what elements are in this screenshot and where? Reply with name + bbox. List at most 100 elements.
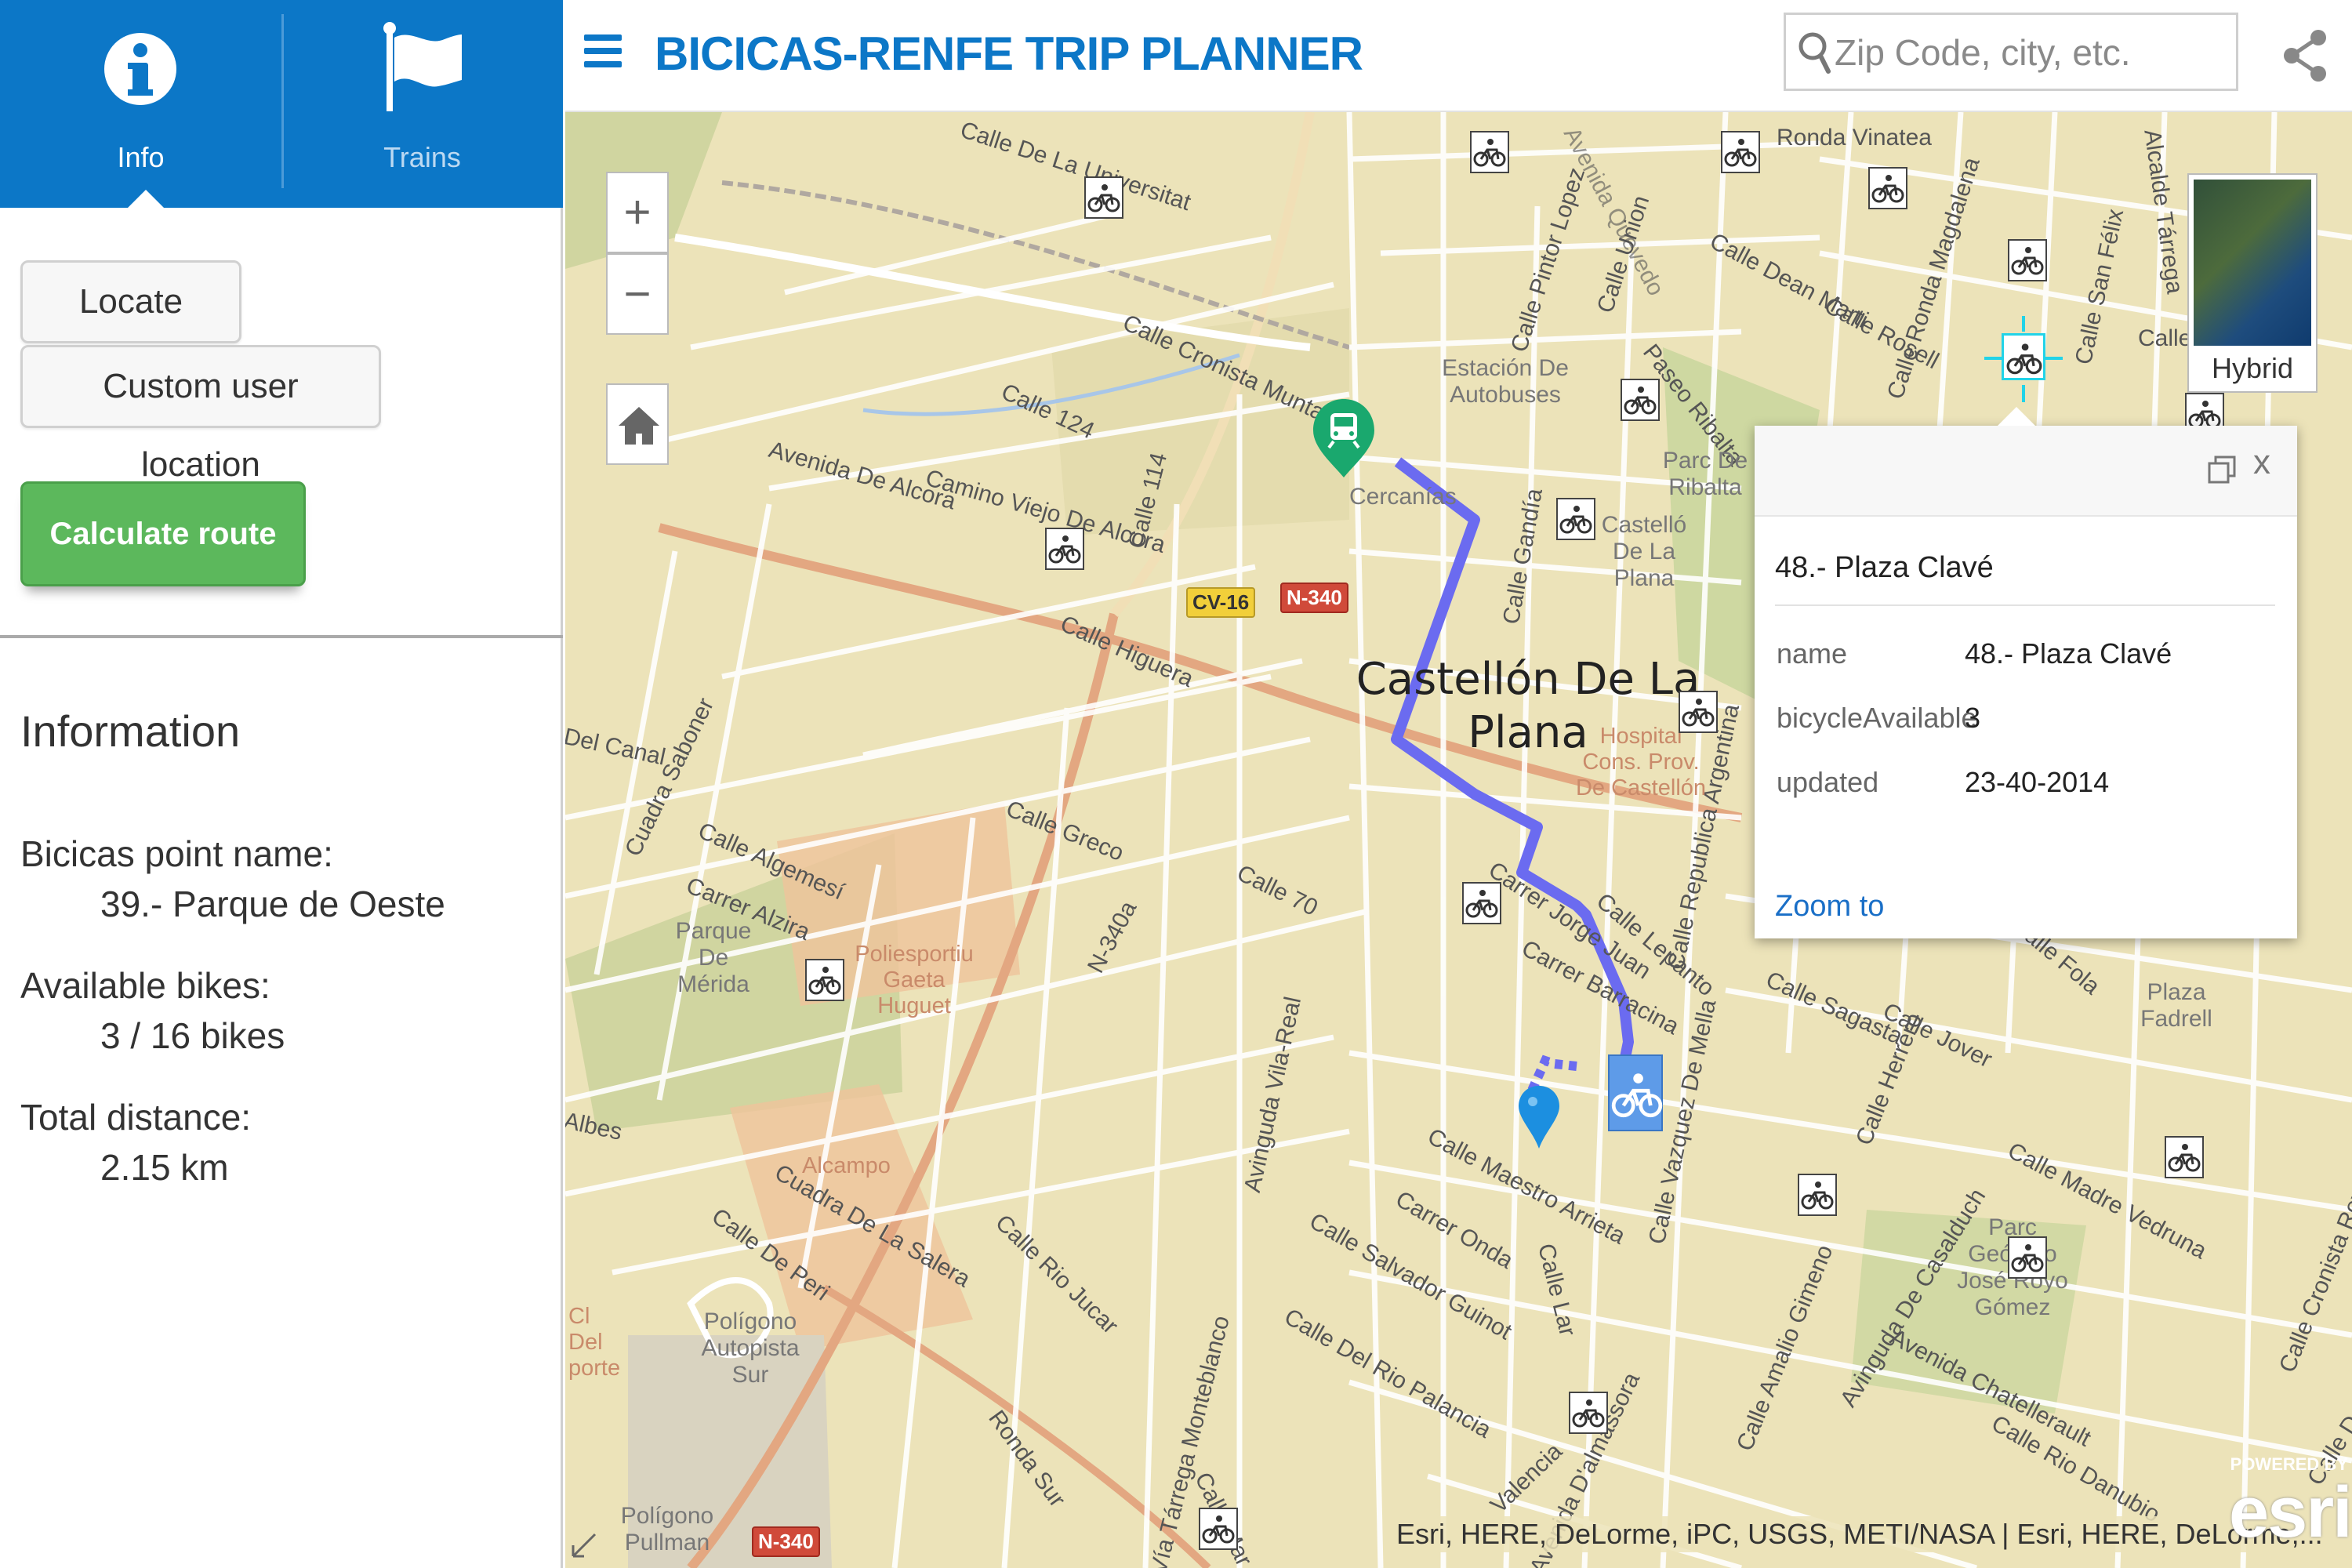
share-icon[interactable] bbox=[2282, 28, 2329, 83]
poi-label: Plaza Fadrell bbox=[2140, 979, 2212, 1032]
total-distance-label: Total distance: bbox=[20, 1097, 252, 1138]
bike-station-marker[interactable] bbox=[1084, 176, 1123, 219]
train-station-marker-icon[interactable] bbox=[1308, 396, 1379, 482]
available-bikes-value: 3 / 16 bikes bbox=[100, 1015, 285, 1056]
bike-station-marker[interactable] bbox=[1470, 131, 1509, 173]
bicycle-icon bbox=[1682, 699, 1715, 727]
bike-station-marker[interactable] bbox=[2165, 1136, 2204, 1178]
info-icon bbox=[104, 33, 176, 105]
bike-station-marker[interactable] bbox=[1556, 498, 1595, 540]
popup-attr-key: bicycleAvailable bbox=[1777, 702, 1977, 734]
tab-trains[interactable]: Trains bbox=[281, 0, 563, 208]
selection-crosshair-icon bbox=[1984, 316, 2063, 402]
bike-station-marker[interactable] bbox=[805, 959, 844, 1001]
city-label-line2: Plana bbox=[1468, 707, 1588, 758]
app-header: BICICAS-RENFE TRIP PLANNER bbox=[565, 0, 2352, 112]
poi-label: Alcampo bbox=[802, 1153, 891, 1178]
user-location-pin-icon[interactable] bbox=[1517, 1084, 1561, 1150]
popup-divider bbox=[1775, 604, 2275, 606]
popup-pointer bbox=[1998, 407, 2035, 426]
bicycle-icon bbox=[1611, 1073, 1663, 1118]
popup-attr-key: updated bbox=[1777, 766, 1879, 798]
poi-label: Castelló De La Plana bbox=[1601, 512, 1687, 591]
road-shield: N-340 bbox=[752, 1526, 820, 1557]
information-heading: Information bbox=[20, 706, 241, 756]
bike-station-marker[interactable] bbox=[2008, 1236, 2047, 1279]
zoom-out-button[interactable]: − bbox=[606, 253, 669, 335]
resize-handle-icon[interactable] bbox=[568, 1530, 600, 1561]
flag-icon bbox=[383, 22, 462, 111]
popup-attr-key: name bbox=[1777, 637, 1848, 670]
bicycle-icon bbox=[1465, 890, 1498, 918]
close-icon[interactable]: x bbox=[2253, 443, 2270, 482]
bike-station-marker[interactable] bbox=[2008, 239, 2047, 281]
bike-station-marker[interactable] bbox=[1721, 131, 1760, 173]
map-attribution: Esri, HERE, DeLorme, iPC, USGS, METI/NAS… bbox=[1390, 1516, 2329, 1552]
poi-label: Estación De Autobuses bbox=[1442, 355, 1569, 408]
bike-station-marker[interactable] bbox=[1798, 1174, 1837, 1216]
bicycle-icon bbox=[1724, 139, 1757, 167]
poi-label: Polígono Pullman bbox=[620, 1503, 714, 1555]
popup-attr-value: 3 bbox=[1965, 702, 1981, 734]
poi-label: Cl Del porte bbox=[568, 1304, 621, 1381]
poi-label: Poliesportiu Gaeta Huguet bbox=[855, 942, 974, 1018]
city-label-line1: Castellón De La bbox=[1356, 654, 1700, 705]
bicycle-icon bbox=[1202, 1515, 1235, 1544]
calculate-route-button[interactable]: Calculate route bbox=[20, 481, 306, 586]
zoom-in-button[interactable]: + bbox=[606, 172, 669, 253]
bike-station-marker[interactable] bbox=[1621, 379, 1660, 421]
home-icon bbox=[619, 407, 659, 445]
bike-station-marker[interactable] bbox=[1679, 691, 1718, 733]
poi-label: Cercanías bbox=[1349, 484, 1457, 510]
active-tab-pointer bbox=[127, 190, 165, 209]
maximize-icon[interactable] bbox=[2206, 454, 2238, 485]
popup-attr-value: 48.- Plaza Clavé bbox=[1965, 637, 2172, 670]
home-button[interactable] bbox=[606, 383, 669, 465]
bicycle-icon bbox=[1559, 506, 1592, 534]
search-box[interactable] bbox=[1784, 13, 2238, 91]
bicycle-icon bbox=[1087, 184, 1120, 212]
bicycle-icon bbox=[1801, 1181, 1834, 1210]
side-panel: Info Trains Locate user Custom user loca… bbox=[0, 0, 563, 1568]
custom-user-location-button[interactable]: Custom user location bbox=[20, 345, 381, 484]
bike-station-marker[interactable] bbox=[1462, 882, 1501, 924]
tab-info-label: Info bbox=[117, 141, 165, 173]
available-bikes-label: Available bikes: bbox=[20, 965, 270, 1006]
popup-attr-value: 23-40-2014 bbox=[1965, 766, 2110, 798]
bicycle-icon bbox=[1473, 139, 1506, 167]
tab-trains-label: Trains bbox=[383, 141, 461, 173]
zoom-to-link[interactable]: Zoom to bbox=[1775, 890, 1884, 924]
poi-label: Parque De Mérida bbox=[675, 918, 752, 997]
destination-bike-station[interactable] bbox=[1608, 1054, 1663, 1131]
bike-station-marker[interactable] bbox=[1045, 528, 1084, 570]
point-name-label: Bicicas point name: bbox=[20, 833, 333, 874]
street-label: Ronda Vinatea bbox=[1777, 125, 1932, 151]
poi-label: Parc De Ribalta bbox=[1662, 448, 1748, 500]
esri-wordmark: esri bbox=[2229, 1472, 2352, 1552]
app-title: BICICAS-RENFE TRIP PLANNER bbox=[655, 27, 1363, 80]
menu-icon[interactable] bbox=[584, 34, 622, 74]
popup-title: 48.- Plaza Clavé bbox=[1775, 551, 1994, 584]
bicycle-icon bbox=[1572, 1399, 1605, 1428]
basemap-toggle-label: Hybrid bbox=[2211, 352, 2294, 384]
total-distance-value: 2.15 km bbox=[100, 1147, 229, 1188]
bike-station-marker[interactable] bbox=[1868, 167, 1907, 209]
esri-logo: POWERED BY esri bbox=[2223, 1454, 2352, 1564]
bicycle-icon bbox=[2011, 1244, 2044, 1272]
bicycle-icon bbox=[1048, 535, 1081, 564]
bicycle-icon bbox=[2011, 247, 2044, 275]
search-icon bbox=[1798, 32, 1831, 74]
road-shield: N-340 bbox=[1280, 583, 1348, 613]
road-shield: CV-16 bbox=[1186, 587, 1256, 618]
basemap-toggle[interactable]: Hybrid bbox=[2187, 173, 2318, 393]
tab-info[interactable]: Info bbox=[0, 0, 281, 208]
bike-station-marker[interactable] bbox=[1199, 1508, 1238, 1550]
bicycle-icon bbox=[1871, 175, 1904, 203]
map-view[interactable]: Ronda Vinatea Calle Dean Marti Calle Ros… bbox=[565, 112, 2352, 1568]
bicycle-icon bbox=[808, 967, 841, 995]
locate-user-button[interactable]: Locate user bbox=[20, 260, 241, 399]
bicycle-icon bbox=[1624, 387, 1657, 415]
panel-separator bbox=[0, 635, 563, 638]
bike-station-marker[interactable] bbox=[1569, 1392, 1608, 1434]
search-input[interactable] bbox=[1835, 23, 2227, 82]
